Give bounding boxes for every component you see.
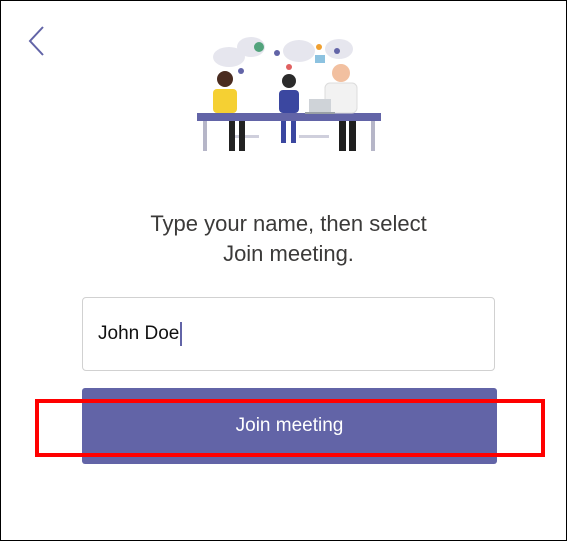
name-input[interactable]: John Doe: [82, 297, 495, 371]
instruction-line-2: Join meeting.: [223, 241, 354, 266]
name-input-value: John Doe: [98, 323, 180, 344]
instruction-line-1: Type your name, then select: [150, 211, 427, 236]
chevron-left-icon: [28, 26, 44, 56]
app-screen: Type your name, then select Join meeting…: [0, 0, 567, 541]
join-meeting-button[interactable]: Join meeting: [82, 388, 497, 464]
meeting-illustration: [189, 35, 389, 165]
instruction-text: Type your name, then select Join meeting…: [1, 209, 567, 269]
text-caret: [180, 322, 183, 346]
join-meeting-label: Join meeting: [235, 415, 344, 436]
back-button[interactable]: [25, 23, 49, 59]
